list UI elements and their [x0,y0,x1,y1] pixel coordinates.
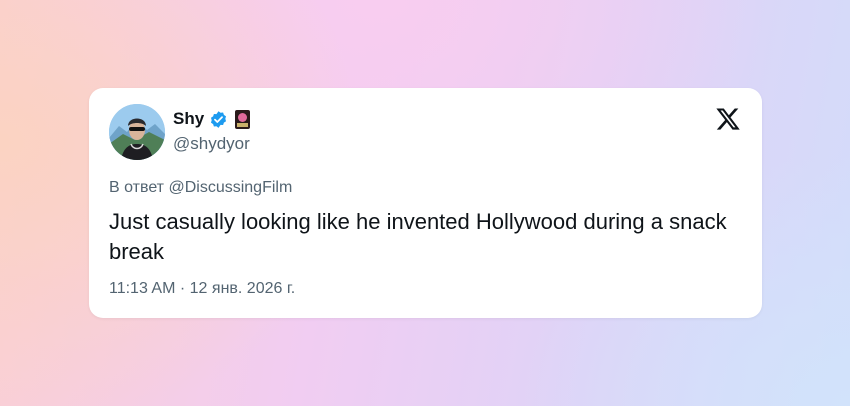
reply-prefix: В ответ [109,179,165,196]
timestamp-separator: · [179,280,186,297]
author-name-row: Shy [173,108,251,130]
reply-mention-link[interactable]: @DiscussingFilm [168,179,292,196]
tweet-timestamp[interactable]: 11:13 AM · 12 янв. 2026 г. [109,280,295,298]
tweet-time: 11:13 AM [109,280,176,297]
tweet-card: Shy @shydyor В ответ @DiscussingFilm Jus… [89,88,762,318]
emoji-badge-icon [235,109,251,129]
avatar[interactable] [109,104,165,160]
x-logo-icon[interactable] [715,106,741,132]
tweet-date: 12 янв. 2026 г. [189,280,296,297]
tweet-text: Just casually looking like he invented H… [109,209,727,264]
author-handle[interactable]: @shydyor [173,134,250,154]
reply-context: В ответ @DiscussingFilm [109,179,292,197]
display-name[interactable]: Shy [173,109,204,129]
avatar-image [109,104,165,160]
verified-badge-icon [211,110,227,128]
